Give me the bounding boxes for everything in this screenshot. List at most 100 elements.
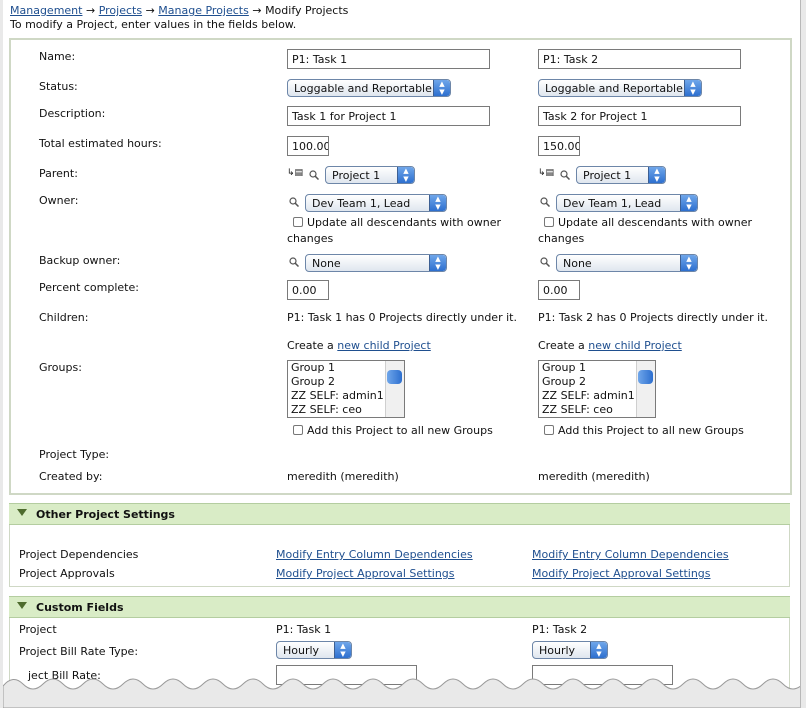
new-child-project-link-2[interactable]: new child Project — [588, 339, 681, 352]
backup-owner-value: None — [563, 257, 592, 270]
percent-input-1[interactable]: 0.00 — [287, 280, 329, 300]
status-label: Status: — [39, 80, 78, 93]
hours-input-1[interactable]: 100.00 — [287, 136, 329, 156]
scrollbar-thumb[interactable] — [638, 370, 653, 384]
select-arrows-icon: ▲ ▼ — [429, 255, 446, 271]
select-arrows-icon: ▲ ▼ — [590, 642, 607, 658]
create-a-text: Create a — [287, 339, 334, 352]
breadcrumb-separator: → — [85, 4, 96, 17]
breadcrumb-current: Modify Projects — [265, 4, 349, 17]
other-settings-section: Project Dependencies Project Approvals M… — [9, 525, 790, 587]
modify-dependencies-link-2[interactable]: Modify Entry Column Dependencies — [532, 548, 729, 561]
project-type-label: Project Type: — [39, 448, 110, 461]
backup-owner-select-2[interactable]: None ▲ ▼ — [556, 254, 698, 272]
hours-label: Total estimated hours: — [39, 137, 162, 150]
update-descendants-label-cont: changes — [287, 232, 334, 245]
modify-dependencies-link-1[interactable]: Modify Entry Column Dependencies — [276, 548, 473, 561]
percent-input-2[interactable]: 0.00 — [538, 280, 580, 300]
add-to-groups-label: Add this Project to all new Groups — [558, 424, 744, 437]
description-input-1[interactable]: Task 1 for Project 1 — [287, 106, 490, 126]
status-select-1[interactable]: Loggable and Reportable ▲ ▼ — [287, 79, 451, 97]
create-child-row-1: Create a new child Project — [287, 339, 431, 352]
breadcrumb-projects-link[interactable]: Projects — [99, 4, 142, 17]
tree-picker-icon[interactable]: ↳▤ — [287, 168, 303, 178]
created-by-value-1: meredith (meredith) — [287, 470, 399, 483]
breadcrumb-manage-projects-link[interactable]: Manage Projects — [158, 4, 249, 17]
select-arrows-icon: ▲ ▼ — [397, 167, 414, 183]
create-child-row-2: Create a new child Project — [538, 339, 682, 352]
parent-label: Parent: — [39, 167, 78, 180]
owner-select-1[interactable]: Dev Team 1, Lead ▲ ▼ — [305, 194, 447, 212]
select-arrows-icon: ▲ ▼ — [680, 255, 697, 271]
search-icon[interactable] — [540, 197, 550, 207]
name-label: Name: — [39, 50, 76, 63]
bill-rate-type-select-2[interactable]: Hourly ▲ ▼ — [532, 641, 608, 659]
bill-rate-type-select-1[interactable]: Hourly ▲ ▼ — [276, 641, 352, 659]
created-by-value-2: meredith (meredith) — [538, 470, 650, 483]
description-label: Description: — [39, 107, 106, 120]
project-form-panel: Name: Status: Description: Total estimat… — [9, 38, 792, 495]
project-approvals-label: Project Approvals — [19, 567, 115, 580]
breadcrumb-management-link[interactable]: Management — [10, 4, 82, 17]
owner-select-value: Dev Team 1, Lead — [563, 197, 662, 210]
update-descendants-label: Update all descendants with owner — [307, 216, 502, 229]
select-arrows-icon: ▲ ▼ — [433, 80, 450, 96]
select-arrows-icon: ▲ ▼ — [680, 195, 697, 211]
search-icon[interactable] — [289, 257, 299, 267]
percent-label: Percent complete: — [39, 281, 139, 294]
torn-edge-decoration — [3, 678, 800, 708]
modify-approvals-link-1[interactable]: Modify Project Approval Settings — [276, 567, 455, 580]
hours-input-2[interactable]: 150.00 — [538, 136, 580, 156]
parent-select-1[interactable]: Project 1 ▲ ▼ — [325, 166, 415, 184]
search-icon[interactable] — [540, 257, 550, 267]
collapse-triangle-icon[interactable] — [17, 602, 27, 609]
scrollbar[interactable] — [636, 361, 655, 417]
owner-select-2[interactable]: Dev Team 1, Lead ▲ ▼ — [556, 194, 698, 212]
select-arrows-icon: ▲ ▼ — [334, 642, 351, 658]
other-settings-title: Other Project Settings — [36, 508, 175, 521]
status-select-value: Loggable and Reportable — [294, 82, 432, 95]
name-input-1[interactable]: P1: Task 1 — [287, 49, 490, 69]
select-arrows-icon: ▲ ▼ — [429, 195, 446, 211]
breadcrumb-separator: → — [252, 4, 262, 17]
update-descendants-label: Update all descendants with owner — [558, 216, 753, 229]
breadcrumb-separator: → — [145, 4, 155, 17]
backup-owner-label: Backup owner: — [39, 254, 121, 267]
groups-listbox-2[interactable]: Group 1 Group 2 ZZ SELF: admin1 ZZ SELF:… — [538, 360, 656, 418]
project-value-1: P1: Task 1 — [276, 623, 332, 636]
page: Management → Projects → Manage Projects … — [3, 0, 801, 708]
custom-fields-title: Custom Fields — [36, 601, 124, 614]
children-label: Children: — [39, 311, 89, 324]
modify-approvals-link-2[interactable]: Modify Project Approval Settings — [532, 567, 711, 580]
add-to-groups-checkbox-2[interactable] — [544, 425, 554, 435]
new-child-project-link-1[interactable]: new child Project — [337, 339, 430, 352]
add-to-groups-checkbox-1[interactable] — [293, 425, 303, 435]
description-input-2[interactable]: Task 2 for Project 1 — [538, 106, 741, 126]
scrollbar[interactable] — [385, 361, 404, 417]
create-a-text: Create a — [538, 339, 585, 352]
update-descendants-checkbox-2[interactable] — [544, 217, 554, 227]
children-text-2: P1: Task 2 has 0 Projects directly under… — [538, 311, 768, 324]
status-select-value: Loggable and Reportable — [545, 82, 683, 95]
custom-fields-header[interactable]: Custom Fields — [9, 596, 790, 618]
owner-select-value: Dev Team 1, Lead — [312, 197, 411, 210]
backup-owner-value: None — [312, 257, 341, 270]
breadcrumb: Management → Projects → Manage Projects … — [10, 4, 348, 17]
intro-text: To modify a Project, enter values in the… — [10, 18, 297, 31]
parent-select-2[interactable]: Project 1 ▲ ▼ — [576, 166, 666, 184]
parent-select-value: Project 1 — [332, 169, 381, 182]
bill-rate-type-value: Hourly — [283, 644, 320, 657]
search-icon[interactable] — [289, 197, 299, 207]
tree-picker-icon[interactable]: ↳▤ — [538, 168, 554, 178]
name-input-2[interactable]: P1: Task 2 — [538, 49, 741, 69]
project-label: Project — [19, 623, 57, 636]
other-settings-header[interactable]: Other Project Settings — [9, 503, 790, 525]
search-icon[interactable] — [560, 170, 570, 180]
status-select-2[interactable]: Loggable and Reportable ▲ ▼ — [538, 79, 702, 97]
search-icon[interactable] — [309, 170, 319, 180]
scrollbar-thumb[interactable] — [387, 370, 402, 384]
backup-owner-select-1[interactable]: None ▲ ▼ — [305, 254, 447, 272]
update-descendants-checkbox-1[interactable] — [293, 217, 303, 227]
collapse-triangle-icon[interactable] — [17, 509, 27, 516]
groups-listbox-1[interactable]: Group 1 Group 2 ZZ SELF: admin1 ZZ SELF:… — [287, 360, 405, 418]
